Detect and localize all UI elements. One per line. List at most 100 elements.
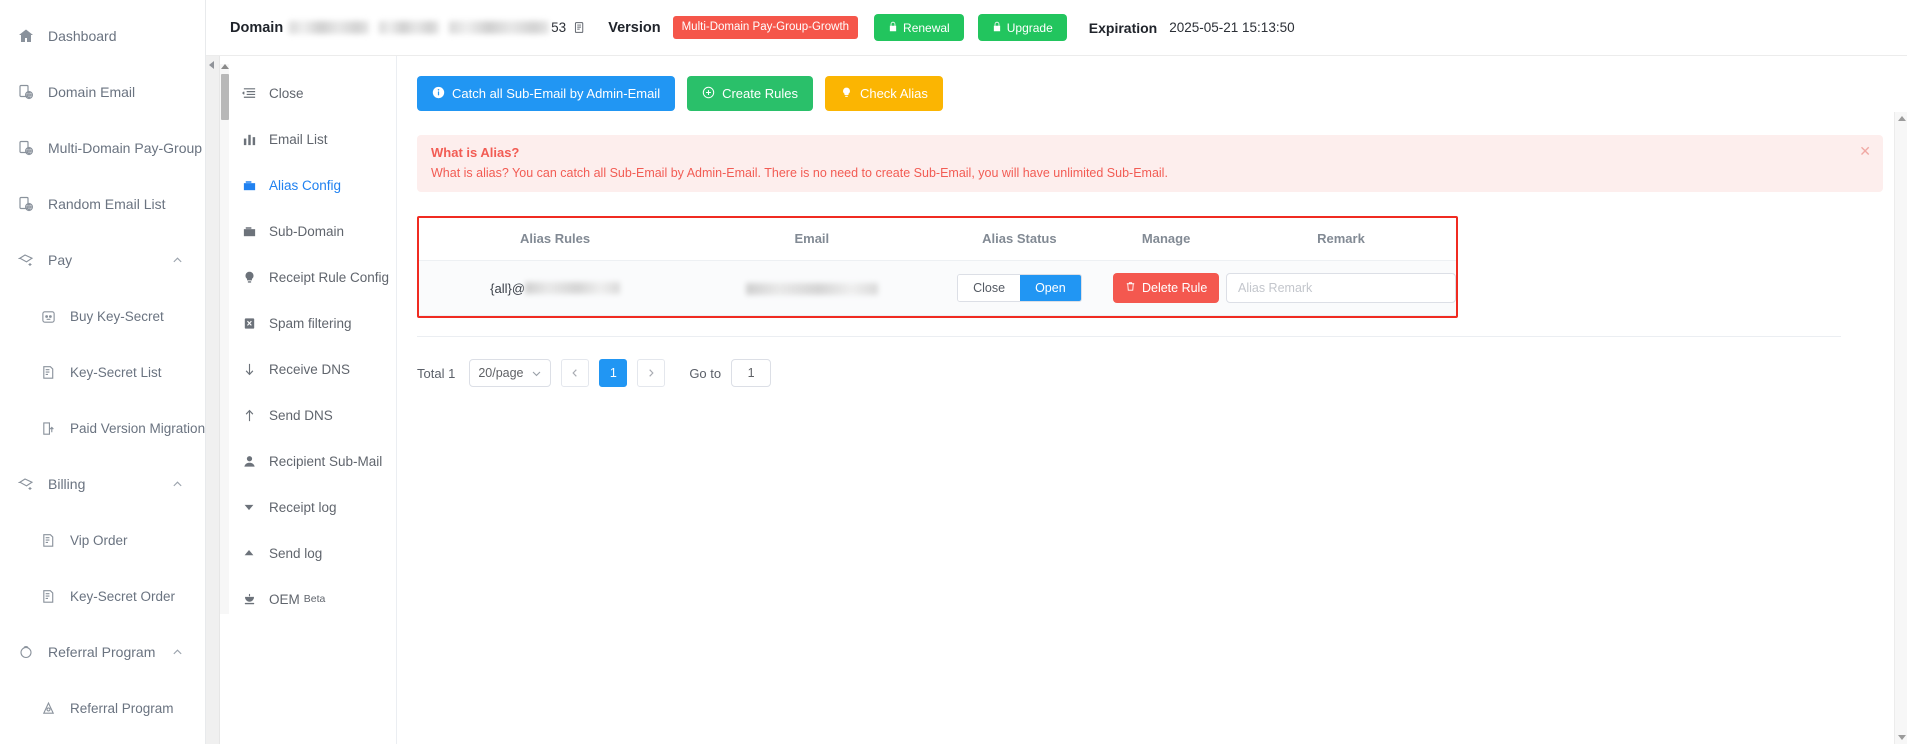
subnav-item-label: Recipient Sub-Mail (269, 453, 383, 469)
cell-alias-rule: {all}@ (419, 260, 692, 316)
sidebar-item-buy-key-secret[interactable]: Buy Key-Secret (0, 288, 205, 344)
sidebar-item-referral-program[interactable]: Referral Program (0, 680, 205, 736)
oem-beta-badge: Beta (303, 593, 326, 605)
email-value-redacted (745, 283, 878, 296)
alias-rule-prefix: {all}@ (490, 280, 526, 296)
subnav-item-email-list[interactable]: Email List (220, 116, 396, 162)
cell-manage: Delete Rule (1106, 260, 1226, 316)
pagination-goto-input[interactable] (731, 359, 772, 387)
sidebar-item-label: Referral Program (48, 644, 156, 660)
sidebar-item-label: Pay (48, 252, 73, 268)
alias-status-open-option[interactable]: Open (1020, 274, 1081, 302)
sidebar-item-domain-email[interactable]: Domain Email (0, 64, 205, 120)
table-head: Alias Rules Email Alias Status Manage Re… (419, 218, 1456, 261)
user-icon (240, 454, 258, 469)
sidebar-collapse-strip[interactable] (206, 56, 220, 744)
catch-all-sub-email-button[interactable]: Catch all Sub-Email by Admin-Email (417, 76, 676, 111)
sidebar-item-key-secret-list[interactable]: Key-Secret List (0, 344, 205, 400)
pagination-page-1[interactable]: 1 (599, 359, 628, 387)
subnav-item-label: Receive DNS (269, 361, 351, 377)
sidebar-item-referral-program-group[interactable]: Referral Program (0, 624, 205, 680)
sidebar-item-dashboard[interactable]: Dashboard (0, 8, 205, 64)
page-scrollbar[interactable] (1894, 112, 1907, 744)
alias-rules-table: Alias Rules Email Alias Status Manage Re… (419, 218, 1456, 316)
wallet-icon (240, 224, 258, 239)
plus-circle-icon (702, 86, 715, 101)
check-alias-button[interactable]: Check Alias (824, 76, 943, 111)
column-header-alias-status: Alias Status (932, 218, 1107, 261)
subnav-item-sub-domain[interactable]: Sub-Domain (220, 208, 396, 254)
chevron-up-icon[interactable] (172, 479, 183, 490)
subnav-item-close[interactable]: Close (220, 70, 396, 116)
subnav-item-label: Email List (269, 131, 328, 147)
scroll-up-arrow-icon[interactable] (221, 64, 229, 69)
delete-rule-button[interactable]: Delete Rule (1112, 273, 1220, 303)
subnav-item-send-log[interactable]: Send log (220, 530, 396, 576)
app-root: Dashboard Domain Email Multi-Domain Pay-… (0, 0, 1907, 744)
sidebar-item-vip-order[interactable]: Vip Order (0, 512, 205, 568)
alias-status-toggle[interactable]: Close Open (957, 273, 1082, 303)
subnav-item-receive-dns[interactable]: Receive DNS (220, 346, 396, 392)
domain-value-tail: 53 (551, 20, 567, 35)
chevron-up-icon[interactable] (172, 255, 183, 266)
domain-label: Domain (230, 19, 284, 36)
subnav-item-label: Receipt Rule Config (269, 269, 390, 285)
caret-left-icon[interactable] (209, 61, 214, 69)
scroll-up-arrow-icon[interactable] (1897, 116, 1906, 121)
subnav-item-oem[interactable]: OEM Beta (220, 576, 396, 622)
pagination: Total 1 20/page 1 Go to (417, 359, 1883, 387)
sidebar-item-billing[interactable]: Billing (0, 456, 205, 512)
sidebar-item-referred-user-list[interactable]: Referred User List (0, 736, 205, 744)
sidebar-item-pay[interactable]: Pay (0, 232, 205, 288)
domain-value-redacted-2 (379, 21, 440, 34)
column-header-manage: Manage (1106, 218, 1226, 261)
chevron-up-icon[interactable] (172, 647, 183, 658)
sidebar-item-random-email-list[interactable]: Random Email List (0, 176, 205, 232)
table-row: {all}@ Close Open Delete Rule Alias Rema… (419, 260, 1456, 316)
subnav-item-receipt-log[interactable]: Receipt log (220, 484, 396, 530)
subnav-item-label: Sub-Domain (269, 223, 345, 239)
copy-icon[interactable] (573, 21, 586, 34)
sidebar-item-label: Domain Email (48, 84, 136, 100)
sidebar-item-label: Vip Order (70, 532, 128, 548)
cell-alias-status: Close Open (932, 260, 1107, 316)
pagination-next-button[interactable] (637, 359, 666, 387)
alias-status-close-option[interactable]: Close (958, 274, 1021, 302)
arrow-down-icon (240, 362, 258, 377)
bulb-icon (240, 270, 258, 285)
right-pane: Domain 53 Version Multi-Domain Pay-Group… (206, 0, 1907, 744)
scroll-down-arrow-icon[interactable] (1897, 735, 1906, 740)
sidebar-item-key-secret-order[interactable]: Key-Secret Order (0, 568, 205, 624)
page-size-select[interactable]: 20/page (469, 359, 552, 387)
sidebar-item-paid-version-migration[interactable]: Paid Version Migration (0, 400, 205, 456)
subnav-item-spam-filtering[interactable]: Spam filtering (220, 300, 396, 346)
alias-info-alert: What is Alias? What is alias? You can ca… (417, 135, 1883, 192)
subnav-item-label: Alias Config (269, 177, 342, 193)
subnav-item-alias-config[interactable]: Alias Config (220, 162, 396, 208)
oem-icon (240, 592, 258, 607)
subnav-item-recipient-sub-mail[interactable]: Recipient Sub-Mail (220, 438, 396, 484)
close-icon[interactable]: ✕ (1859, 144, 1871, 158)
page-size-value: 20/page (478, 366, 524, 380)
subnav-item-receipt-rule-config[interactable]: Receipt Rule Config (220, 254, 396, 300)
pagination-goto-label: Go to (689, 365, 722, 381)
subnav-item-send-dns[interactable]: Send DNS (220, 392, 396, 438)
upgrade-button[interactable]: Upgrade (977, 14, 1067, 41)
sidebar-item-label: Referral Program (70, 700, 174, 716)
pagination-prev-button[interactable] (561, 359, 590, 387)
bulb-icon (840, 86, 853, 101)
sidebar-item-multi-domain-pay-group[interactable]: Multi-Domain Pay-Group (0, 120, 205, 176)
sidebar-item-label: Dashboard (48, 28, 117, 44)
alias-rules-table-highlight: Alias Rules Email Alias Status Manage Re… (417, 216, 1458, 318)
chevron-down-icon[interactable] (531, 368, 542, 379)
column-header-remark: Remark (1225, 218, 1456, 261)
sub-sidebar-scrollbar[interactable] (220, 64, 229, 614)
scrollbar-track[interactable] (220, 64, 229, 614)
sub-sidebar: Close Email List Alias Config Sub-Domain… (220, 56, 397, 744)
scrollbar-thumb[interactable] (220, 74, 229, 120)
renewal-button[interactable]: Renewal (874, 14, 964, 41)
create-rules-button[interactable]: Create Rules (687, 76, 813, 111)
catch-all-sub-email-label: Catch all Sub-Email by Admin-Email (452, 86, 661, 101)
remark-input[interactable] (1225, 273, 1456, 303)
version-tag: Multi-Domain Pay-Group-Growth (672, 15, 859, 40)
